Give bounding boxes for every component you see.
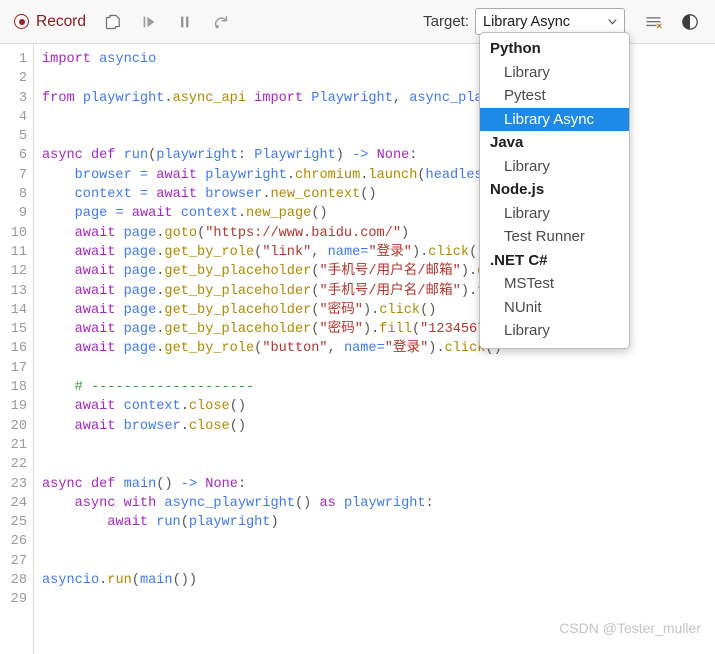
line-number: 3 [18,90,27,106]
record-circle-icon [14,14,29,29]
line-number: 29 [10,592,27,608]
record-button-label: Record [36,12,86,30]
target-label: Target: [423,13,469,30]
pause-icon [176,13,194,31]
target-select[interactable]: Library Async [475,8,625,35]
line-number: 19 [10,399,27,415]
playwright-codegen-window: Record Target: Library Async 1 2 3 4 5 6… [0,0,715,654]
dropdown-item[interactable]: Pytest [480,84,629,108]
step-over-button[interactable] [204,7,238,37]
record-button[interactable]: Record [8,10,94,34]
code-line: await run(playwright) [107,515,279,531]
line-number: 5 [18,129,27,145]
line-number: 6 [18,148,27,164]
code-line: async with async_playwright() as playwri… [74,495,434,511]
dropdown-group-label: Java [490,134,524,151]
line-number: 13 [10,283,27,299]
line-number: 23 [10,476,27,492]
dropdown-item[interactable]: Library [480,202,629,226]
code-line: await browser.close() [74,418,247,434]
resume-button[interactable] [132,7,166,37]
code-line: asyncio.run(main()) [42,573,198,589]
line-number: 26 [10,534,27,550]
dropdown-group-label: Node.js [490,181,545,198]
line-number: 17 [10,360,27,376]
dropdown-group-label: Python [490,40,541,57]
line-number: 8 [18,187,27,203]
code-line: async def main() -> None: [42,476,247,492]
code-line: await context.close() [74,399,247,415]
clear-log-button[interactable] [637,7,671,37]
target-dropdown-menu[interactable]: Python Library Pytest Library Async Java Libr… [479,32,630,349]
resume-play-icon [140,13,158,31]
line-number: 11 [10,244,27,260]
code-line: # -------------------- [74,380,255,396]
theme-toggle-button[interactable] [673,7,707,37]
line-number-gutter: 1 2 3 4 5 6 7 8 9 10 11 12 13 14 15 16 1… [0,44,34,654]
clear-log-icon [644,13,664,31]
line-number: 15 [10,322,27,338]
line-number: 24 [10,495,27,511]
dropdown-item[interactable]: MSTest [480,272,629,296]
line-number: 1 [18,52,27,67]
target-select-wrapper: Library Async [475,8,625,35]
watermark-text: CSDN @Tester_muller [559,620,701,636]
dropdown-item[interactable]: Library [480,319,629,343]
pause-button[interactable] [168,7,202,37]
line-number: 12 [10,264,27,280]
line-number: 9 [18,206,27,222]
dropdown-item[interactable]: Library [480,61,629,85]
line-number: 14 [10,302,27,318]
line-number: 2 [18,71,27,87]
dropdown-group-label: .NET C# [490,251,548,269]
dropdown-item[interactable]: Library Async [480,107,629,131]
line-number: 27 [10,553,27,569]
toolbar-right-icons [635,7,707,37]
dropdown-item[interactable]: Library [480,155,629,179]
step-over-icon [212,13,230,31]
copy-button[interactable] [96,7,130,37]
line-number: 20 [10,418,27,434]
line-number: 28 [10,573,27,589]
line-number: 10 [10,225,27,241]
dropdown-item[interactable]: Test Runner [480,225,629,249]
line-number: 16 [10,341,27,357]
line-number: 4 [18,109,27,125]
line-number: 21 [10,437,27,453]
line-number: 25 [10,515,27,531]
line-number: 22 [10,457,27,473]
color-contrast-icon [680,12,700,32]
line-number: 7 [18,167,27,183]
dropdown-item[interactable]: NUnit [480,296,629,320]
line-number: 18 [10,380,27,396]
copy-icon [104,13,122,31]
